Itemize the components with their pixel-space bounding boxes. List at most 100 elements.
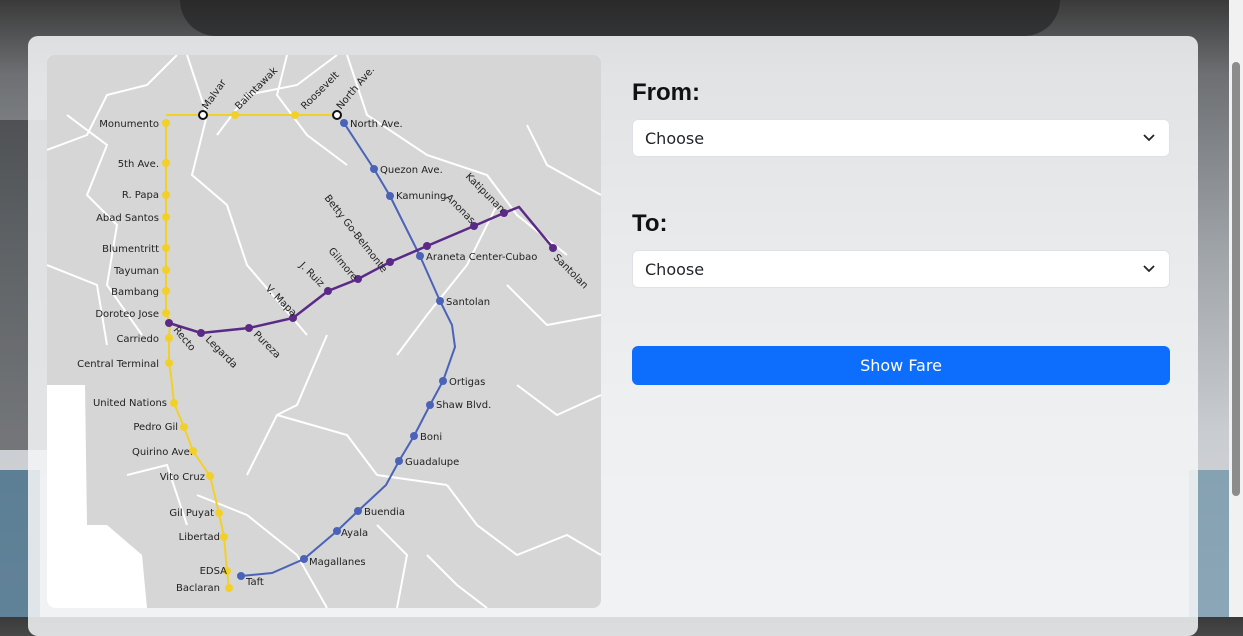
label-guadalupe: Guadalupe <box>405 457 459 468</box>
station-dot[interactable] <box>206 472 214 480</box>
station-dot[interactable] <box>416 252 424 260</box>
station-dot[interactable] <box>170 399 178 407</box>
map-roads <box>47 55 601 608</box>
transit-map: Monumento 5th Ave. R. Papa Abad Santos B… <box>47 55 601 608</box>
label-abad-santos: Abad Santos <box>96 213 159 224</box>
sea-area <box>47 385 87 525</box>
page-scrollbar[interactable] <box>1229 0 1243 617</box>
label-ortigas: Ortigas <box>449 377 485 388</box>
station-dot[interactable] <box>197 329 205 337</box>
label-santolan-l2: Santolan <box>551 252 590 291</box>
label-magallanes: Magallanes <box>309 557 366 568</box>
station-dot[interactable] <box>423 242 431 250</box>
label-monumento: Monumento <box>99 119 159 130</box>
station-dot[interactable] <box>162 191 170 199</box>
scrollbar-thumb[interactable] <box>1232 62 1240 496</box>
fare-card: Monumento 5th Ave. R. Papa Abad Santos B… <box>28 36 1198 636</box>
station-dot[interactable] <box>549 244 557 252</box>
label-taft: Taft <box>245 577 264 588</box>
label-anonas: Anonas <box>443 192 477 226</box>
label-quezon-ave: Quezon Ave. <box>380 165 443 176</box>
station-dot[interactable] <box>180 423 188 431</box>
label-pureza: Pureza <box>251 329 283 361</box>
label-gil-puyat: Gil Puyat <box>169 508 214 519</box>
to-select-value: Choose <box>645 260 705 279</box>
label-blumentritt: Blumentritt <box>102 244 159 255</box>
station-dot[interactable] <box>386 192 394 200</box>
interchange-dot[interactable] <box>198 110 208 120</box>
station-dot[interactable] <box>324 287 332 295</box>
label-betty-go: Betty Go-Belmonte <box>322 193 389 275</box>
station-dot[interactable] <box>165 319 173 327</box>
to-label: To: <box>632 210 668 237</box>
chevron-down-icon <box>1143 134 1155 142</box>
station-dot[interactable] <box>354 507 362 515</box>
transit-map-svg: Monumento 5th Ave. R. Papa Abad Santos B… <box>47 55 601 608</box>
label-north-ave-top: North Ave. <box>335 65 377 112</box>
station-dot[interactable] <box>162 213 170 221</box>
label-j-ruiz: J. Ruiz <box>296 260 326 290</box>
label-buendia: Buendia <box>364 507 405 518</box>
station-dot[interactable] <box>162 159 170 167</box>
station-dot[interactable] <box>291 111 299 119</box>
label-kamuning: Kamuning <box>396 191 446 202</box>
label-libertad: Libertad <box>179 532 220 543</box>
label-shaw-blvd: Shaw Blvd. <box>436 400 491 411</box>
station-dot[interactable] <box>165 359 173 367</box>
station-dot[interactable] <box>162 119 170 127</box>
station-dot[interactable] <box>410 432 418 440</box>
station-dot[interactable] <box>370 165 378 173</box>
station-dot[interactable] <box>231 111 239 119</box>
label-baclaran: Baclaran <box>176 583 220 594</box>
station-dot[interactable] <box>237 572 245 580</box>
label-santolan-l3: Santolan <box>446 297 490 308</box>
station-dot[interactable] <box>162 309 170 317</box>
label-v-mapa: V. Mapa <box>263 283 298 318</box>
label-tayuman: Tayuman <box>113 266 159 277</box>
label-legarda: Legarda <box>203 334 239 370</box>
label-edsa: EDSA <box>200 566 228 577</box>
label-boni: Boni <box>420 432 442 443</box>
station-dot[interactable] <box>426 401 434 409</box>
station-dot[interactable] <box>220 533 228 541</box>
station-dot[interactable] <box>436 297 444 305</box>
label-pedro-gil: Pedro Gil <box>133 422 178 433</box>
to-select[interactable]: Choose <box>632 250 1170 288</box>
from-select[interactable]: Choose <box>632 119 1170 157</box>
label-doroteo-jose: Doroteo Jose <box>95 309 159 320</box>
line2-stations <box>165 209 557 337</box>
from-label: From: <box>632 79 700 106</box>
station-dot[interactable] <box>439 377 447 385</box>
station-dot[interactable] <box>162 287 170 295</box>
station-dot[interactable] <box>300 555 308 563</box>
station-dot[interactable] <box>245 324 253 332</box>
station-dot[interactable] <box>162 244 170 252</box>
line2-labels: Recto Legarda Pureza V. Mapa J. Ruiz Gil… <box>171 171 590 370</box>
from-select-value: Choose <box>645 129 705 148</box>
station-dot[interactable] <box>165 334 173 342</box>
label-carriedo: Carriedo <box>116 334 159 345</box>
station-dot[interactable] <box>333 527 341 535</box>
line1-labels: Monumento 5th Ave. R. Papa Abad Santos B… <box>77 119 227 594</box>
station-dot[interactable] <box>340 119 348 127</box>
label-north-ave: North Ave. <box>350 119 403 130</box>
label-ayala: Ayala <box>341 528 368 539</box>
label-5th-ave: 5th Ave. <box>118 159 159 170</box>
sea-area <box>47 525 147 608</box>
station-dot[interactable] <box>225 584 233 592</box>
station-dot[interactable] <box>395 457 403 465</box>
station-dot[interactable] <box>215 509 223 517</box>
label-gilmore: Gilmore <box>326 246 360 283</box>
label-balintawak: Balintawak <box>233 65 280 112</box>
line3-labels: North Ave. Quezon Ave. Kamuning Araneta … <box>245 119 537 588</box>
label-bambang: Bambang <box>111 287 159 298</box>
label-united-nations: United Nations <box>93 398 167 409</box>
show-fare-button[interactable]: Show Fare <box>632 346 1170 385</box>
interchange-dot[interactable] <box>332 110 342 120</box>
station-dot[interactable] <box>162 266 170 274</box>
label-r-papa: R. Papa <box>122 190 159 201</box>
label-recto: Recto <box>171 325 198 354</box>
label-central-terminal: Central Terminal <box>77 359 159 370</box>
chevron-down-icon <box>1143 265 1155 273</box>
label-quirino-ave: Quirino Ave. <box>132 447 193 458</box>
